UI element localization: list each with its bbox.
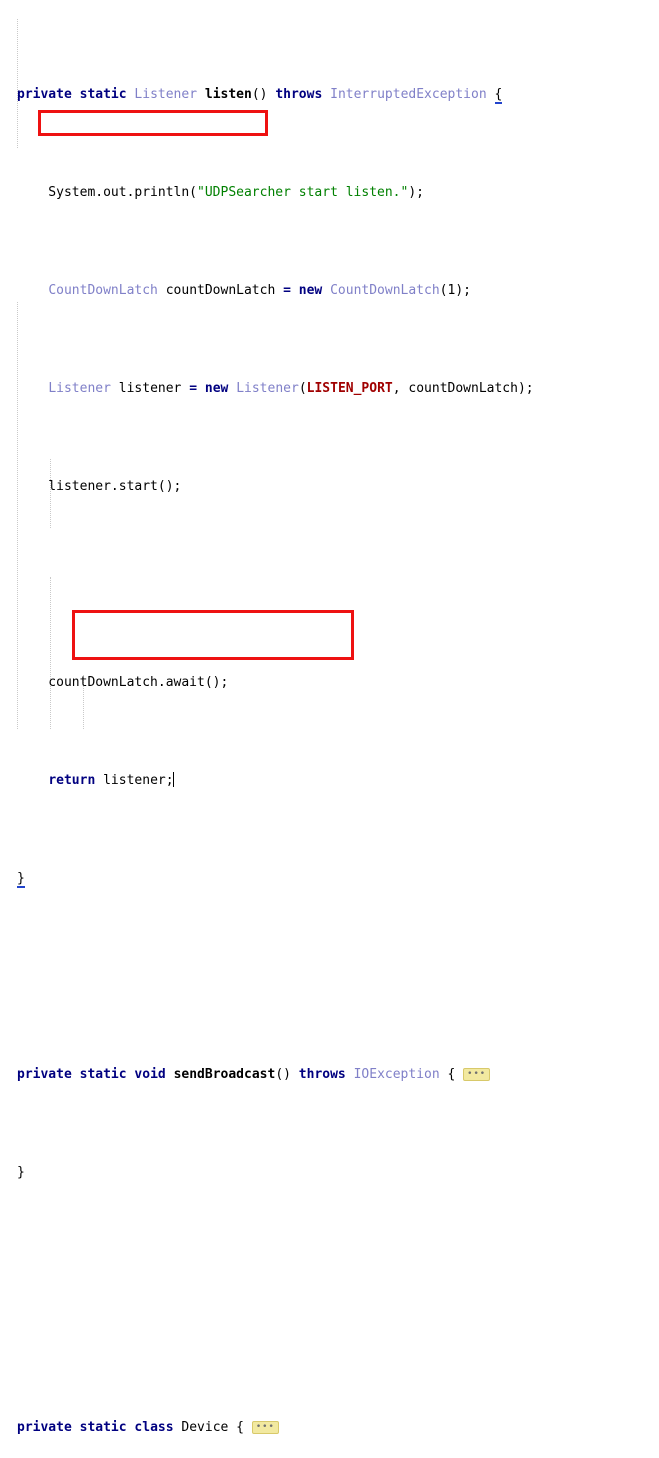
token-var: countDownLatch [157,283,284,299]
token-method-name: listen [204,87,252,103]
token-keyword: private [17,1067,72,1083]
token-method-name: sendBroadcast [173,1067,276,1083]
code-line-blank[interactable] [0,1320,659,1340]
code-line[interactable]: } [0,1163,659,1183]
token-type: Listener [134,87,198,103]
code-block[interactable]: private static Listener listen() throws … [0,7,659,1458]
code-line[interactable]: private static class Device { ••• [0,1418,659,1438]
token-punct: { [228,1419,252,1435]
token-keyword: class [134,1419,174,1435]
code-fold-chip[interactable]: ••• [251,1420,279,1434]
token-keyword: throws [275,87,323,103]
token-type: Listener [48,381,111,397]
token-expr: listener.start(); [17,479,182,495]
token-type: Listener [236,381,299,397]
token-keyword: static [79,1067,127,1083]
token-keyword: static [79,1419,127,1435]
code-line[interactable]: CountDownLatch countDownLatch = new Coun… [0,281,659,301]
code-line-blank[interactable] [0,1261,659,1281]
code-line[interactable]: private static Listener listen() throws … [0,85,659,105]
code-line[interactable]: listener.start(); [0,477,659,497]
token-var: listener; [103,773,174,789]
token-keyword: throws [298,1067,346,1083]
token-keyword: new [204,381,229,397]
code-line[interactable]: Listener listener = new Listener(LISTEN_… [0,379,659,399]
token-constant: LISTEN_PORT [306,381,393,397]
code-line[interactable]: countDownLatch.await(); [0,673,659,693]
token-expr: System.out.println( [17,185,198,201]
brace-open-highlight: { [494,87,503,105]
text-caret [172,772,174,788]
token-keyword: void [134,1067,166,1083]
token-punct: ( [298,381,307,397]
token-type: InterruptedException [330,87,487,103]
token-punct: , countDownLatch); [392,381,534,397]
token-keyword: static [79,87,127,103]
token-punct: (1); [439,283,471,299]
token-string: "UDPSearcher start listen." [197,185,409,201]
token-punct: } [17,1165,25,1181]
code-line-blank[interactable] [0,575,659,595]
code-editor[interactable]: private static Listener listen() throws … [0,0,659,1435]
token-keyword: return [48,773,96,789]
brace-close-highlight: } [17,871,25,889]
token-expr: countDownLatch.await(); [17,675,229,691]
token-keyword: private [17,87,72,103]
token-keyword: new [298,283,323,299]
token-punct: ); [408,185,424,201]
token-keyword: private [17,1419,72,1435]
token-type-decl: Device [181,1419,229,1435]
code-line[interactable]: System.out.println("UDPSearcher start li… [0,183,659,203]
token-var: listener [110,381,190,397]
token-type: CountDownLatch [330,283,440,299]
token-punct: () [275,1067,299,1083]
code-line[interactable]: return listener; [0,771,659,791]
code-line-blank[interactable] [0,967,659,987]
token-operator: = [283,283,291,299]
code-line[interactable]: private static void sendBroadcast() thro… [0,1065,659,1085]
code-line[interactable]: } [0,869,659,889]
token-type: IOException [353,1067,440,1083]
token-operator: = [189,381,198,397]
token-punct: () [251,87,276,103]
code-fold-chip[interactable]: ••• [463,1068,491,1082]
token-type: CountDownLatch [48,283,158,299]
token-punct: { [447,1067,464,1083]
